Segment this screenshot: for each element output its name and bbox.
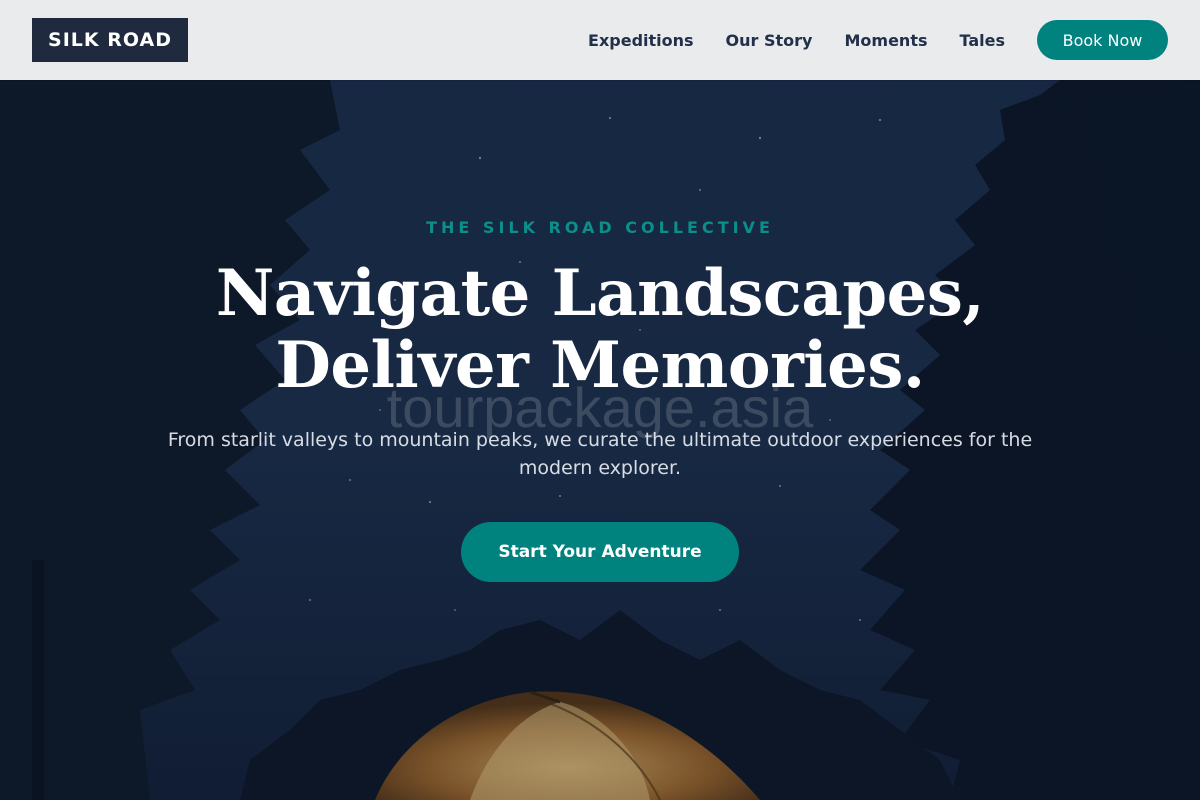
nav-link-our-story[interactable]: Our Story <box>726 31 813 50</box>
start-adventure-button[interactable]: Start Your Adventure <box>461 522 739 582</box>
nav-link-expeditions[interactable]: Expeditions <box>588 31 694 50</box>
hero-headline: Navigate Landscapes, Deliver Memories. <box>0 258 1200 402</box>
hero-headline-line1: Navigate Landscapes, <box>215 256 985 331</box>
main-nav: Expeditions Our Story Moments Tales Book… <box>588 20 1168 60</box>
hero-section: THE SILK ROAD COLLECTIVE Navigate Landsc… <box>0 0 1200 800</box>
site-header: SILK ROAD Expeditions Our Story Moments … <box>0 0 1200 80</box>
nav-link-moments[interactable]: Moments <box>844 31 927 50</box>
nav-link-tales[interactable]: Tales <box>959 31 1005 50</box>
hero-headline-line2: Deliver Memories. <box>275 328 925 403</box>
hero-subtitle: From starlit valleys to mountain peaks, … <box>167 429 1033 479</box>
book-now-button[interactable]: Book Now <box>1037 20 1168 60</box>
brand-logo[interactable]: SILK ROAD <box>32 18 188 62</box>
hero-eyebrow: THE SILK ROAD COLLECTIVE <box>426 218 774 237</box>
landing-page: SILK ROAD Expeditions Our Story Moments … <box>0 0 1200 800</box>
